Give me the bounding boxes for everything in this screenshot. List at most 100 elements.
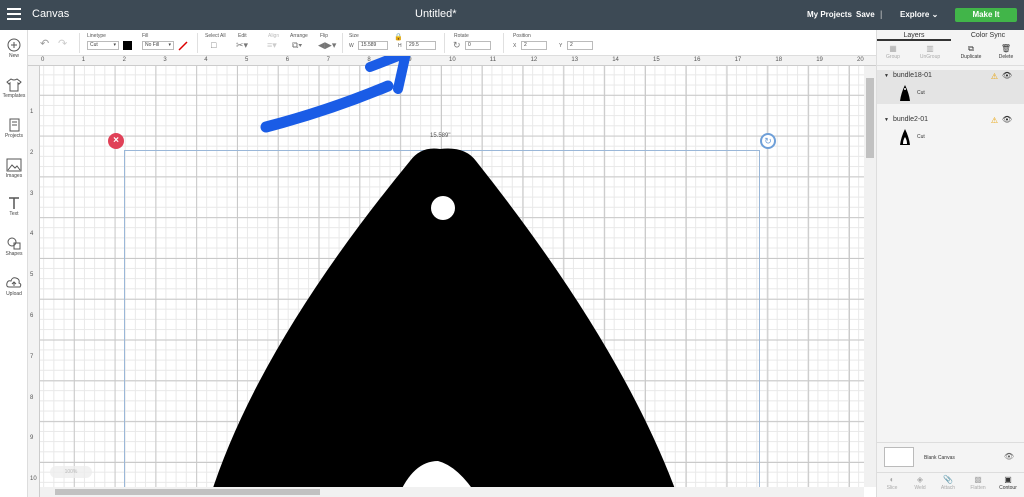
layer-group-name: bundle18-01 xyxy=(892,72,932,79)
sidebar-item-text[interactable]: Text xyxy=(0,196,28,217)
projects-icon xyxy=(9,118,20,132)
linetype-color-swatch[interactable] xyxy=(123,41,132,50)
flatten-label: Flatten xyxy=(970,485,986,491)
contour-label: Contour xyxy=(999,485,1017,491)
trash-icon: 🗑 xyxy=(1000,44,1012,53)
separator: | xyxy=(880,9,883,19)
select-all-label: Select All xyxy=(205,33,226,39)
ungroup-icon: ▥ xyxy=(926,44,934,53)
sidebar-item-upload[interactable]: Upload xyxy=(0,276,28,297)
sidebar-item-label: Upload xyxy=(6,291,22,297)
hide-icon[interactable]: 👁 xyxy=(1004,452,1014,461)
sidebar-item-shapes[interactable]: Shapes xyxy=(0,236,28,257)
arrange-label: Arrange xyxy=(290,33,308,39)
blank-canvas-row[interactable]: Blank Canvas 👁 xyxy=(877,442,1024,472)
lock-icon[interactable]: 🔒 xyxy=(394,33,403,41)
caret-down-icon[interactable]: ▼ xyxy=(884,117,889,123)
attach-label: Attach xyxy=(940,485,956,491)
contour-icon: ▣ xyxy=(1004,475,1012,484)
left-sidebar: New Templates Projects Images Text Shape… xyxy=(0,30,28,497)
rotate-input[interactable]: 0 xyxy=(465,41,491,50)
dropdown-arrow-icon: ▾ xyxy=(168,42,171,48)
select-all-icon[interactable]: □ xyxy=(211,40,216,50)
sidebar-item-templates[interactable]: Templates xyxy=(0,78,28,99)
fill-value: No Fill xyxy=(145,42,160,48)
layer-group[interactable]: ▼ bundle2-01 ⚠ 👁 Cut xyxy=(877,114,1024,148)
zoom-level: 100% xyxy=(64,469,78,475)
duplicate-icon: ⧉ xyxy=(968,44,974,53)
edit-toolbar: ↶ ↷ Linetype Cut ▾ Fill No Fill ▾ Select A… xyxy=(0,30,876,56)
delete-button[interactable]: 🗑 Delete xyxy=(991,44,1021,60)
horizontal-scrollbar[interactable] xyxy=(40,487,864,497)
rotate-label: Rotate xyxy=(454,33,469,39)
flip-icon[interactable]: ◀▶▾ xyxy=(318,40,336,50)
combine-tools: ◐ Slice ◈ Weld 📎 Attach ▩ Flatten ▣ Contour xyxy=(877,472,1024,497)
undo-icon[interactable]: ↶ xyxy=(40,37,49,50)
duplicate-button[interactable]: ⧉ Duplicate xyxy=(956,44,986,60)
chevron-down-icon: ⌄ xyxy=(931,10,939,19)
position-y-input[interactable]: 2 xyxy=(567,41,593,50)
top-bar: Canvas Untitled* My Projects Save | Expl… xyxy=(0,0,1024,30)
upload-icon xyxy=(6,277,22,288)
sidebar-item-label: Text xyxy=(9,211,19,217)
weld-button[interactable]: ◈ Weld xyxy=(905,475,935,491)
size-w-label: W xyxy=(349,43,354,49)
text-icon xyxy=(9,197,19,209)
layer-item[interactable]: Cut xyxy=(877,82,1024,104)
fill-label: Fill xyxy=(142,33,149,39)
weld-label: Weld xyxy=(914,485,926,491)
layer-group-name: bundle2-01 xyxy=(892,116,928,123)
layer-thumbnail-icon xyxy=(900,129,910,145)
scroll-thumb[interactable] xyxy=(866,78,874,158)
size-height-input[interactable]: 29.5 xyxy=(406,41,436,50)
sidebar-item-images[interactable]: Images xyxy=(0,158,28,179)
make-it-button[interactable]: Make It xyxy=(955,8,1017,22)
attach-button[interactable]: 📎 Attach xyxy=(933,475,963,491)
delete-label: Delete xyxy=(998,54,1014,60)
slice-button[interactable]: ◐ Slice xyxy=(877,475,907,491)
weld-icon: ◈ xyxy=(916,475,924,484)
zoom-control[interactable]: 100% xyxy=(50,466,92,478)
linetype-select[interactable]: Cut ▾ xyxy=(87,41,119,50)
sidebar-item-projects[interactable]: Projects xyxy=(0,118,28,139)
sidebar-item-label: Templates xyxy=(2,93,26,99)
layer-group[interactable]: ▼ bundle18-01 ⚠ 👁 Cut xyxy=(877,70,1024,104)
sidebar-item-label: Projects xyxy=(4,133,24,139)
size-width-input[interactable]: 15.589 xyxy=(358,41,388,50)
document-title[interactable]: Untitled* xyxy=(415,8,457,20)
hamburger-menu-icon[interactable] xyxy=(7,8,21,20)
size-label: Size xyxy=(349,33,359,39)
canvas-color-swatch[interactable] xyxy=(884,447,914,467)
slice-icon: ◐ xyxy=(889,475,895,484)
arrange-icon[interactable]: ⧉▾ xyxy=(292,40,302,50)
edit-scissors-icon[interactable]: ✂▾ xyxy=(236,40,248,50)
eye-icon[interactable]: 👁 xyxy=(1002,70,1012,82)
position-x-label: X xyxy=(513,43,517,49)
contour-button[interactable]: ▣ Contour xyxy=(993,475,1023,491)
design-canvas[interactable]: 0 1 2 3 4 5 6 7 8 9 10 11 12 13 14 15 16 17 18 19 20 1234567… xyxy=(28,56,876,497)
tab-layers[interactable]: Layers xyxy=(877,30,951,41)
no-fill-swatch-icon[interactable] xyxy=(178,41,188,51)
group-icon: ▦ xyxy=(889,44,897,53)
eye-icon[interactable]: 👁 xyxy=(1002,114,1012,126)
save-link[interactable]: Save xyxy=(856,10,875,19)
my-projects-link[interactable]: My Projects xyxy=(807,10,852,19)
scroll-thumb[interactable] xyxy=(55,489,320,495)
group-button[interactable]: ▦ Group xyxy=(878,44,908,60)
caret-down-icon[interactable]: ▼ xyxy=(884,73,889,79)
slice-label: Slice xyxy=(886,485,898,491)
ungroup-button[interactable]: ▥ UnGroup xyxy=(915,44,945,60)
vertical-scrollbar[interactable] xyxy=(864,66,876,487)
annotation-arrow-icon xyxy=(260,56,411,133)
linetype-value: Cut xyxy=(90,42,98,48)
layer-item[interactable]: Cut xyxy=(877,126,1024,148)
tab-color-sync[interactable]: Color Sync xyxy=(951,30,1024,41)
position-x-input[interactable]: 2 xyxy=(521,41,547,50)
fill-select[interactable]: No Fill ▾ xyxy=(142,41,174,50)
sidebar-item-label: Images xyxy=(5,173,23,179)
redo-icon[interactable]: ↷ xyxy=(58,37,67,50)
duplicate-label: Duplicate xyxy=(960,54,982,60)
explore-menu[interactable]: Explore ⌄ xyxy=(900,10,938,19)
sidebar-item-new[interactable]: New xyxy=(0,38,28,59)
flatten-button[interactable]: ▩ Flatten xyxy=(963,475,993,491)
